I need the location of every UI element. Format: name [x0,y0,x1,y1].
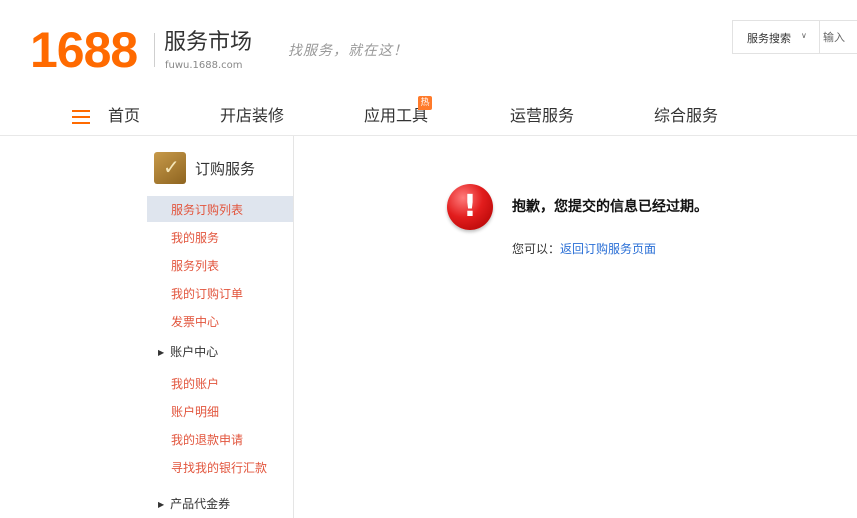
return-order-page-link[interactable]: 返回订购服务页面 [560,242,656,256]
caret-right-icon: ▶ [158,500,165,509]
logo-domain: fuwu.1688.com [165,60,243,71]
sidebar-section-vouchers-label: 产品代金券 [170,497,231,511]
sidebar-item-service-order-list[interactable]: 服务订购列表 [171,203,243,217]
sidebar-item-my-orders[interactable]: 我的订购订单 [171,287,243,301]
sidebar-item-service-list[interactable]: 服务列表 [171,259,219,273]
hot-badge: 热 [418,96,432,110]
logo-divider [154,33,155,67]
logo-1688[interactable]: 1688 [30,24,138,76]
caret-right-icon: ▶ [158,348,165,357]
sidebar-section-account[interactable]: ▶ 账户中心 [158,345,218,360]
search-box: 服务搜索 ∨ [732,20,857,54]
hint-label: 您可以： [512,242,561,256]
sidebar-item-invoice-center[interactable]: 发票中心 [171,315,219,329]
sidebar-item-account-details[interactable]: 账户明细 [171,405,219,419]
nav-item-shop-decoration[interactable]: 开店装修 [220,106,284,126]
search-type-dropdown[interactable]: 服务搜索 ∨ [733,21,820,53]
logo-title[interactable]: 服务市场 [164,30,252,56]
sidebar-divider [293,136,294,518]
nav-divider [0,135,857,136]
chevron-down-icon: ∨ [801,31,807,40]
sidebar-item-my-account[interactable]: 我的账户 [171,377,219,391]
sidebar-title: 订购服务 [195,160,256,178]
search-input[interactable] [823,26,857,48]
nav-item-home[interactable]: 首页 [108,106,140,126]
nav-item-general-services[interactable]: 综合服务 [654,106,718,126]
error-icon: ! [447,184,493,230]
sidebar-item-find-bank-transfer[interactable]: 寻找我的银行汇款 [171,461,267,475]
error-message: 抱歉，您提交的信息已经过期。 [512,199,708,215]
sidebar-item-my-services[interactable]: 我的服务 [171,231,219,245]
menu-icon[interactable] [72,110,90,124]
order-service-icon: ✓ [154,152,186,184]
sidebar-section-account-label: 账户中心 [170,345,219,359]
sidebar-item-refund-requests[interactable]: 我的退款申请 [171,433,243,447]
sidebar-section-vouchers[interactable]: ▶ 产品代金券 [158,497,230,512]
nav-item-operation-services[interactable]: 运营服务 [510,106,574,126]
search-type-label: 服务搜索 [747,32,791,45]
slogan: 找服务，就在这！ [288,43,408,59]
